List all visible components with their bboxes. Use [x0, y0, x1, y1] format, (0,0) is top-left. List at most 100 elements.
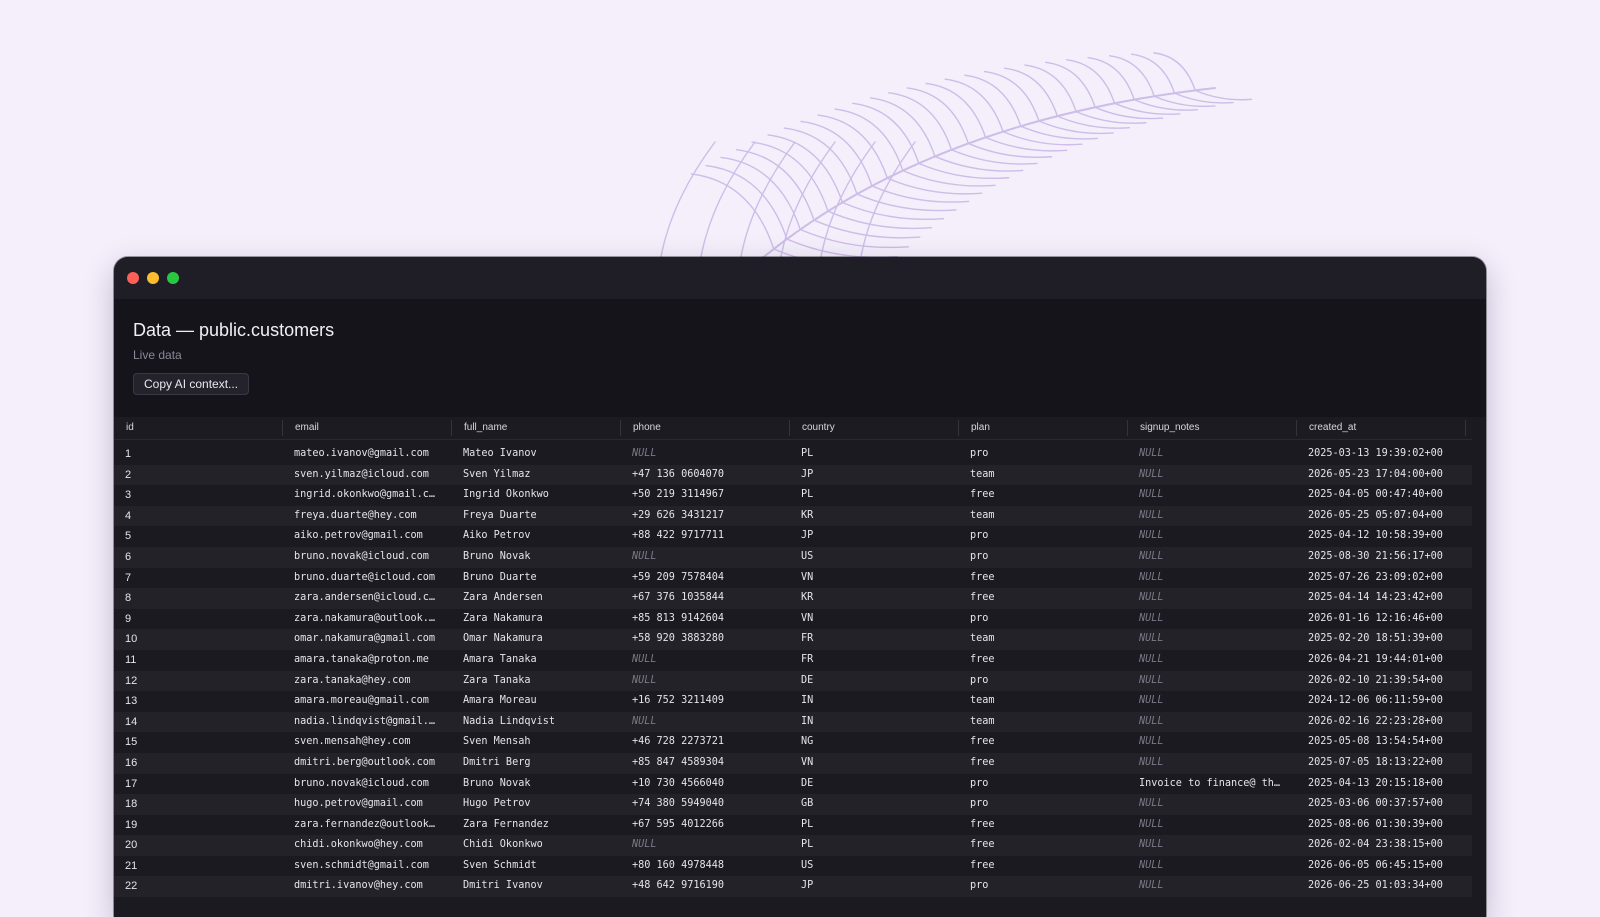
- cell-email[interactable]: aiko.petrov@gmail.com: [283, 526, 452, 547]
- cell-full-name[interactable]: Amara Tanaka: [452, 650, 621, 671]
- cell-plan[interactable]: team: [959, 465, 1128, 486]
- cell-full-name[interactable]: Bruno Novak: [452, 547, 621, 568]
- cell-signup-notes[interactable]: NULL: [1128, 629, 1297, 650]
- cell-signup-notes[interactable]: NULL: [1128, 485, 1297, 506]
- cell-id[interactable]: 20: [114, 835, 283, 856]
- cell-phone[interactable]: +46 728 2273721: [621, 732, 790, 753]
- cell-phone[interactable]: NULL: [621, 650, 790, 671]
- cell-phone[interactable]: +74 380 5949040: [621, 794, 790, 815]
- cell-full-name[interactable]: Dmitri Ivanov: [452, 876, 621, 897]
- cell-email[interactable]: sven.mensah@hey.com: [283, 732, 452, 753]
- cell-created-at[interactable]: 2025-04-14 14:23:42+00: [1297, 588, 1466, 609]
- cell-full-name[interactable]: Zara Andersen: [452, 588, 621, 609]
- cell-country[interactable]: PL: [790, 835, 959, 856]
- cell-phone[interactable]: +16 752 3211409: [621, 691, 790, 712]
- cell-country[interactable]: DE: [790, 671, 959, 692]
- cell-phone[interactable]: +29 626 3431217: [621, 506, 790, 527]
- cell-signup-notes[interactable]: NULL: [1128, 753, 1297, 774]
- cell-plan[interactable]: pro: [959, 547, 1128, 568]
- cell-id[interactable]: 4: [114, 506, 283, 527]
- cell-country[interactable]: VN: [790, 568, 959, 589]
- cell-plan[interactable]: pro: [959, 774, 1128, 795]
- cell-created-at[interactable]: 2026-06-05 06:45:15+00: [1297, 856, 1466, 877]
- cell-created-at[interactable]: 2025-04-12 10:58:39+00: [1297, 526, 1466, 547]
- cell-country[interactable]: IN: [790, 691, 959, 712]
- cell-phone[interactable]: +48 642 9716190: [621, 876, 790, 897]
- cell-created-at[interactable]: 2026-06-25 01:03:34+00: [1297, 876, 1466, 897]
- cell-id[interactable]: 21: [114, 856, 283, 877]
- cell-plan[interactable]: free: [959, 485, 1128, 506]
- table-row[interactable]: 18 hugo.petrov@gmail.com Hugo Petrov +74 38…: [114, 794, 1472, 815]
- cell-created-at[interactable]: 2025-08-06 01:30:39+00: [1297, 815, 1466, 836]
- table-row[interactable]: 14 nadia.lindqvist@gmail.… Nadia Lindqvist…: [114, 711, 1472, 733]
- cell-phone[interactable]: NULL: [621, 712, 790, 733]
- table-row[interactable]: 9 zara.nakamura@outlook.… Zara Nakamura +85…: [114, 609, 1472, 630]
- cell-country[interactable]: FR: [790, 650, 959, 671]
- cell-created-at[interactable]: 2025-03-06 00:37:57+00: [1297, 794, 1466, 815]
- column-header-full-name[interactable]: full_name: [452, 417, 621, 439]
- cell-full-name[interactable]: Zara Fernandez: [452, 815, 621, 836]
- cell-email[interactable]: dmitri.berg@outlook.com: [283, 753, 452, 774]
- cell-plan[interactable]: pro: [959, 671, 1128, 692]
- cell-signup-notes[interactable]: NULL: [1128, 732, 1297, 753]
- cell-plan[interactable]: pro: [959, 794, 1128, 815]
- cell-full-name[interactable]: Ingrid Okonkwo: [452, 485, 621, 506]
- cell-email[interactable]: bruno.novak@icloud.com: [283, 547, 452, 568]
- cell-email[interactable]: chidi.okonkwo@hey.com: [283, 835, 452, 856]
- copy-ai-context-button[interactable]: Copy AI context...: [133, 373, 250, 395]
- cell-full-name[interactable]: Aiko Petrov: [452, 526, 621, 547]
- cell-id[interactable]: 9: [114, 609, 283, 630]
- cell-full-name[interactable]: Zara Nakamura: [452, 609, 621, 630]
- cell-id[interactable]: 8: [114, 588, 283, 609]
- cell-country[interactable]: JP: [790, 526, 959, 547]
- cell-id[interactable]: 11: [114, 650, 283, 671]
- column-header-signup-notes[interactable]: signup_notes: [1128, 417, 1297, 439]
- cell-country[interactable]: NG: [790, 732, 959, 753]
- cell-created-at[interactable]: 2026-04-21 19:44:01+00: [1297, 650, 1466, 671]
- cell-country[interactable]: DE: [790, 774, 959, 795]
- cell-created-at[interactable]: 2026-05-25 05:07:04+00: [1297, 506, 1466, 527]
- cell-country[interactable]: PL: [790, 815, 959, 836]
- table-row[interactable]: 11 amara.tanaka@proton.me Amara Tanaka NULL…: [114, 650, 1472, 671]
- cell-id[interactable]: 18: [114, 794, 283, 815]
- cell-phone[interactable]: +10 730 4566040: [621, 774, 790, 795]
- cell-email[interactable]: sven.yilmaz@icloud.com: [283, 465, 452, 486]
- cell-signup-notes[interactable]: NULL: [1128, 444, 1297, 465]
- cell-plan[interactable]: free: [959, 835, 1128, 856]
- cell-created-at[interactable]: 2025-03-13 19:39:02+00: [1297, 444, 1466, 465]
- cell-phone[interactable]: +67 595 4012266: [621, 815, 790, 836]
- cell-email[interactable]: bruno.duarte@icloud.com: [283, 568, 452, 589]
- cell-country[interactable]: FR: [790, 629, 959, 650]
- table-row[interactable]: 22 dmitri.ivanov@hey.com Dmitri Ivanov +48 …: [114, 876, 1472, 898]
- table-row[interactable]: 5 aiko.petrov@gmail.com Aiko Petrov +88 422…: [114, 526, 1472, 547]
- cell-phone[interactable]: +50 219 3114967: [621, 485, 790, 506]
- cell-plan[interactable]: pro: [959, 609, 1128, 630]
- cell-email[interactable]: zara.tanaka@hey.com: [283, 671, 452, 692]
- cell-phone[interactable]: +88 422 9717711: [621, 526, 790, 547]
- cell-plan[interactable]: free: [959, 732, 1128, 753]
- cell-country[interactable]: JP: [790, 876, 959, 897]
- cell-signup-notes[interactable]: NULL: [1128, 609, 1297, 630]
- cell-email[interactable]: zara.andersen@icloud.c…: [283, 588, 452, 609]
- cell-signup-notes[interactable]: NULL: [1128, 506, 1297, 527]
- cell-phone[interactable]: +80 160 4978448: [621, 856, 790, 877]
- cell-id[interactable]: 14: [114, 712, 283, 733]
- cell-id[interactable]: 2: [114, 465, 283, 486]
- cell-id[interactable]: 22: [114, 876, 283, 897]
- table-row[interactable]: 15 sven.mensah@hey.com Sven Mensah +46 728 …: [114, 732, 1472, 753]
- table-row[interactable]: 4 freya.duarte@hey.com Freya Duarte +29 626…: [114, 505, 1472, 527]
- table-row[interactable]: 17 bruno.novak@icloud.com Bruno Novak +10 7…: [114, 774, 1472, 795]
- cell-country[interactable]: JP: [790, 465, 959, 486]
- cell-plan[interactable]: team: [959, 506, 1128, 527]
- cell-full-name[interactable]: Sven Schmidt: [452, 856, 621, 877]
- cell-email[interactable]: ingrid.okonkwo@gmail.c…: [283, 485, 452, 506]
- cell-phone[interactable]: NULL: [621, 671, 790, 692]
- cell-plan[interactable]: free: [959, 856, 1128, 877]
- cell-full-name[interactable]: Bruno Duarte: [452, 568, 621, 589]
- cell-country[interactable]: PL: [790, 444, 959, 465]
- cell-plan[interactable]: pro: [959, 526, 1128, 547]
- cell-id[interactable]: 17: [114, 774, 283, 795]
- cell-signup-notes[interactable]: NULL: [1128, 794, 1297, 815]
- cell-full-name[interactable]: Chidi Okonkwo: [452, 835, 621, 856]
- cell-email[interactable]: amara.tanaka@proton.me: [283, 650, 452, 671]
